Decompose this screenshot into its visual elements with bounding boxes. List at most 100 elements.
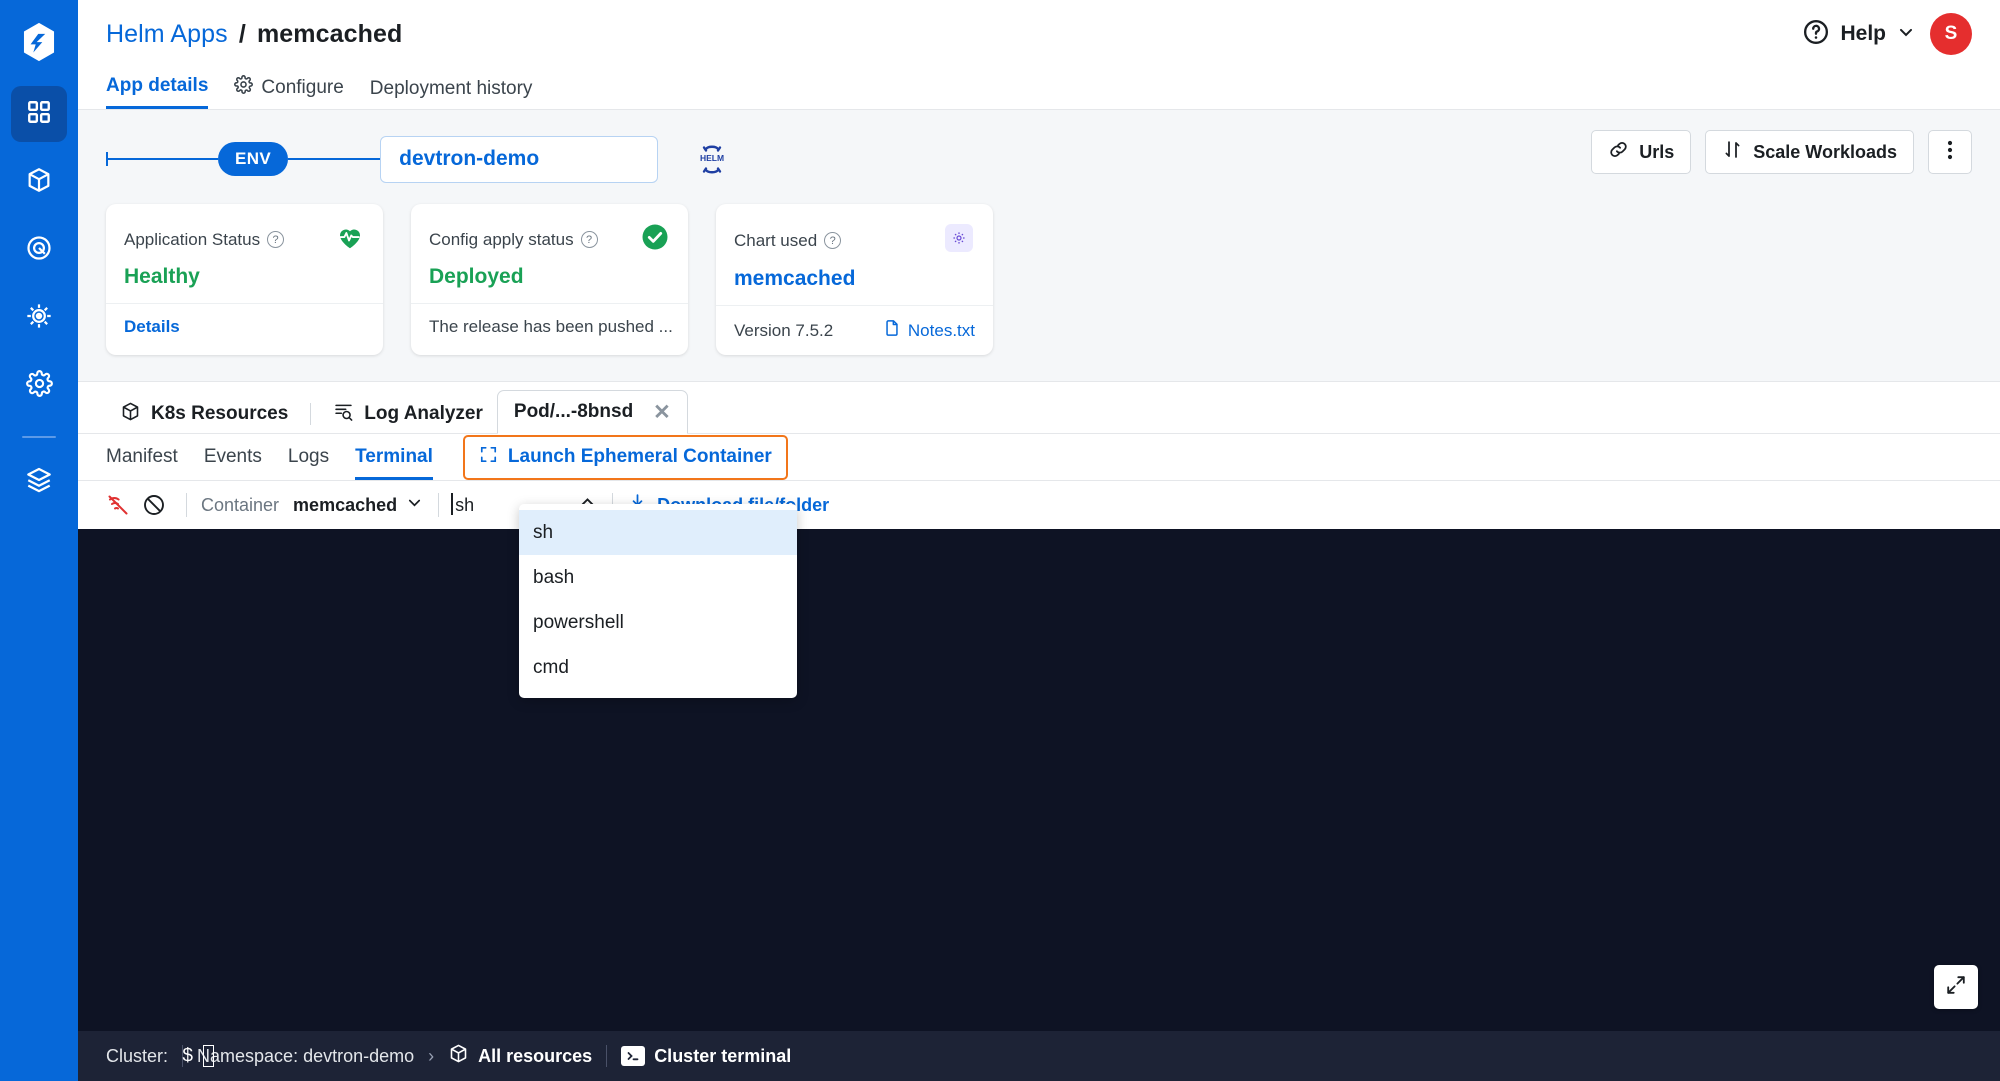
expand-terminal-button[interactable]	[1934, 965, 1978, 1009]
env-connector-right	[288, 158, 381, 160]
notes-txt-link[interactable]: Notes.txt	[883, 319, 975, 342]
container-select[interactable]: memcached	[293, 493, 424, 517]
cluster-terminal-button[interactable]: Cluster terminal	[621, 1046, 791, 1067]
clear-terminal-icon[interactable]	[100, 487, 136, 523]
terminal-cursor	[203, 1045, 215, 1067]
heartbeat-icon	[335, 222, 365, 257]
log-search-icon	[333, 401, 354, 428]
card-value: Healthy	[124, 265, 200, 288]
tab-configure[interactable]: Configure	[234, 75, 344, 109]
tab-k8s-resources[interactable]: K8s Resources	[106, 394, 302, 434]
cluster-terminal-label: Cluster terminal	[654, 1045, 792, 1066]
help-tooltip-icon[interactable]: ?	[824, 232, 842, 249]
sidebar-item-stack-manager[interactable]	[11, 454, 67, 510]
tab-k8s-resources-label: K8s Resources	[151, 403, 289, 424]
help-label: Help	[1840, 22, 1886, 45]
scale-workloads-button[interactable]: Scale Workloads	[1705, 130, 1914, 174]
details-link[interactable]: Details	[124, 317, 180, 337]
check-circle-icon	[640, 222, 670, 257]
prompt-symbol: $	[182, 1045, 194, 1067]
help-tooltip-icon[interactable]: ?	[267, 231, 285, 248]
cube-icon	[120, 401, 141, 428]
avatar[interactable]: S	[1930, 13, 1972, 55]
app-root: Helm Apps / memcached Help S App details…	[0, 0, 2000, 1081]
card-value[interactable]: memcached	[734, 267, 975, 291]
help-button[interactable]: Help	[1802, 18, 1916, 51]
card-value: Deployed	[429, 265, 524, 288]
gear-icon	[234, 75, 254, 100]
card-header: Chart used ?	[734, 222, 975, 259]
card-application-status: Application Status ? Healthy Details	[106, 204, 383, 355]
card-title: Chart used	[734, 230, 818, 250]
resource-tabs: K8s Resources Log Analyzer Pod/...-8bnsd…	[78, 382, 2000, 434]
left-nav-rail	[0, 0, 78, 1081]
link-icon	[1608, 139, 1629, 165]
help-tooltip-icon[interactable]: ?	[580, 231, 598, 248]
shell-option-powershell[interactable]: powershell	[519, 600, 797, 645]
card-footer: Version 7.5.2 Notes.txt	[716, 305, 993, 355]
more-options-button[interactable]	[1928, 130, 1972, 174]
tab-pod-label: Pod/...-8bnsd	[513, 401, 634, 422]
all-resources-button[interactable]: All resources	[448, 1043, 592, 1069]
chart-gear-icon	[943, 222, 975, 259]
launch-ephemeral-container-button[interactable]: Launch Ephemeral Container	[462, 434, 788, 480]
subtab-terminal[interactable]: Terminal	[355, 434, 433, 480]
env-selector[interactable]: devtron-demo	[380, 135, 659, 183]
sidebar-item-charts[interactable]	[11, 154, 67, 210]
app-toolbar: Urls Scale Workloads	[1591, 130, 1972, 174]
target-icon	[25, 234, 53, 267]
layers-icon	[25, 466, 53, 499]
toolbar-separator	[186, 493, 187, 517]
sidebar-item-global-config[interactable]	[11, 358, 67, 414]
devtron-logo[interactable]	[13, 16, 65, 68]
urls-button[interactable]: Urls	[1591, 130, 1692, 174]
launch-ephemeral-label: Launch Ephemeral Container	[507, 446, 772, 467]
notes-txt-label: Notes.txt	[907, 320, 975, 340]
subtab-logs[interactable]: Logs	[288, 434, 329, 480]
terminal-output[interactable]: $	[78, 529, 2000, 1067]
card-footer: Details	[106, 303, 383, 350]
subtab-events[interactable]: Events	[204, 434, 262, 480]
tab-deployment-history[interactable]: Deployment history	[370, 78, 533, 109]
card-body: Chart used ? memcached	[716, 204, 993, 305]
main-area: Helm Apps / memcached Help S App details…	[78, 0, 2000, 1081]
tab-app-details[interactable]: App details	[106, 75, 209, 109]
status-separator	[606, 1045, 608, 1067]
card-body: Config apply status ? Deployed	[411, 204, 688, 303]
tab-log-analyzer[interactable]: Log Analyzer	[319, 394, 497, 434]
close-icon[interactable]: ✕	[653, 400, 671, 425]
shell-select-value: sh	[451, 492, 475, 515]
card-chart-used: Chart used ? memcached Version 7.5.2 Not…	[716, 204, 993, 355]
tab-pod-8bnsd[interactable]: Pod/...-8bnsd ✕	[496, 390, 688, 434]
all-resources-label: All resources	[478, 1045, 593, 1066]
status-bar: Cluster: Namespace: devtron-demo › All r…	[78, 1031, 2000, 1081]
subtab-manifest[interactable]: Manifest	[106, 434, 178, 480]
shell-option-bash[interactable]: bash	[519, 555, 797, 600]
card-footer: The release has been pushed ...	[411, 303, 688, 350]
top-bar-right: Help S	[1802, 13, 1972, 55]
shell-option-sh[interactable]: sh	[519, 510, 797, 555]
rail-divider	[22, 436, 56, 438]
cube-icon	[448, 1043, 469, 1069]
tab-deployment-history-label: Deployment history	[369, 78, 533, 99]
container-label: Container	[201, 494, 280, 515]
sidebar-item-applications[interactable]	[11, 86, 67, 142]
tab-separator	[310, 403, 312, 425]
breadcrumb-parent[interactable]: Helm Apps	[106, 20, 228, 48]
chart-version: Version 7.5.2	[734, 320, 834, 340]
env-badge: ENV	[218, 142, 289, 176]
sidebar-item-bulk-edit[interactable]	[11, 290, 67, 346]
help-circle-icon	[1802, 18, 1830, 51]
breadcrumb: Helm Apps / memcached	[106, 20, 402, 49]
cube-icon	[25, 166, 53, 199]
card-body: Application Status ? Healthy	[106, 204, 383, 303]
shell-dropdown-menu[interactable]: sh bash powershell cmd	[519, 504, 797, 698]
disconnect-icon[interactable]	[136, 487, 172, 523]
shell-option-cmd[interactable]: cmd	[519, 645, 797, 690]
top-bar: Helm Apps / memcached Help S	[78, 0, 2000, 68]
card-header: Application Status ?	[124, 222, 365, 257]
namespace-label[interactable]: Namespace: devtron-demo	[197, 1046, 414, 1067]
kebab-menu-icon	[1947, 138, 1953, 167]
helm-badge: HELM	[692, 139, 732, 179]
sidebar-item-security[interactable]	[11, 222, 67, 278]
